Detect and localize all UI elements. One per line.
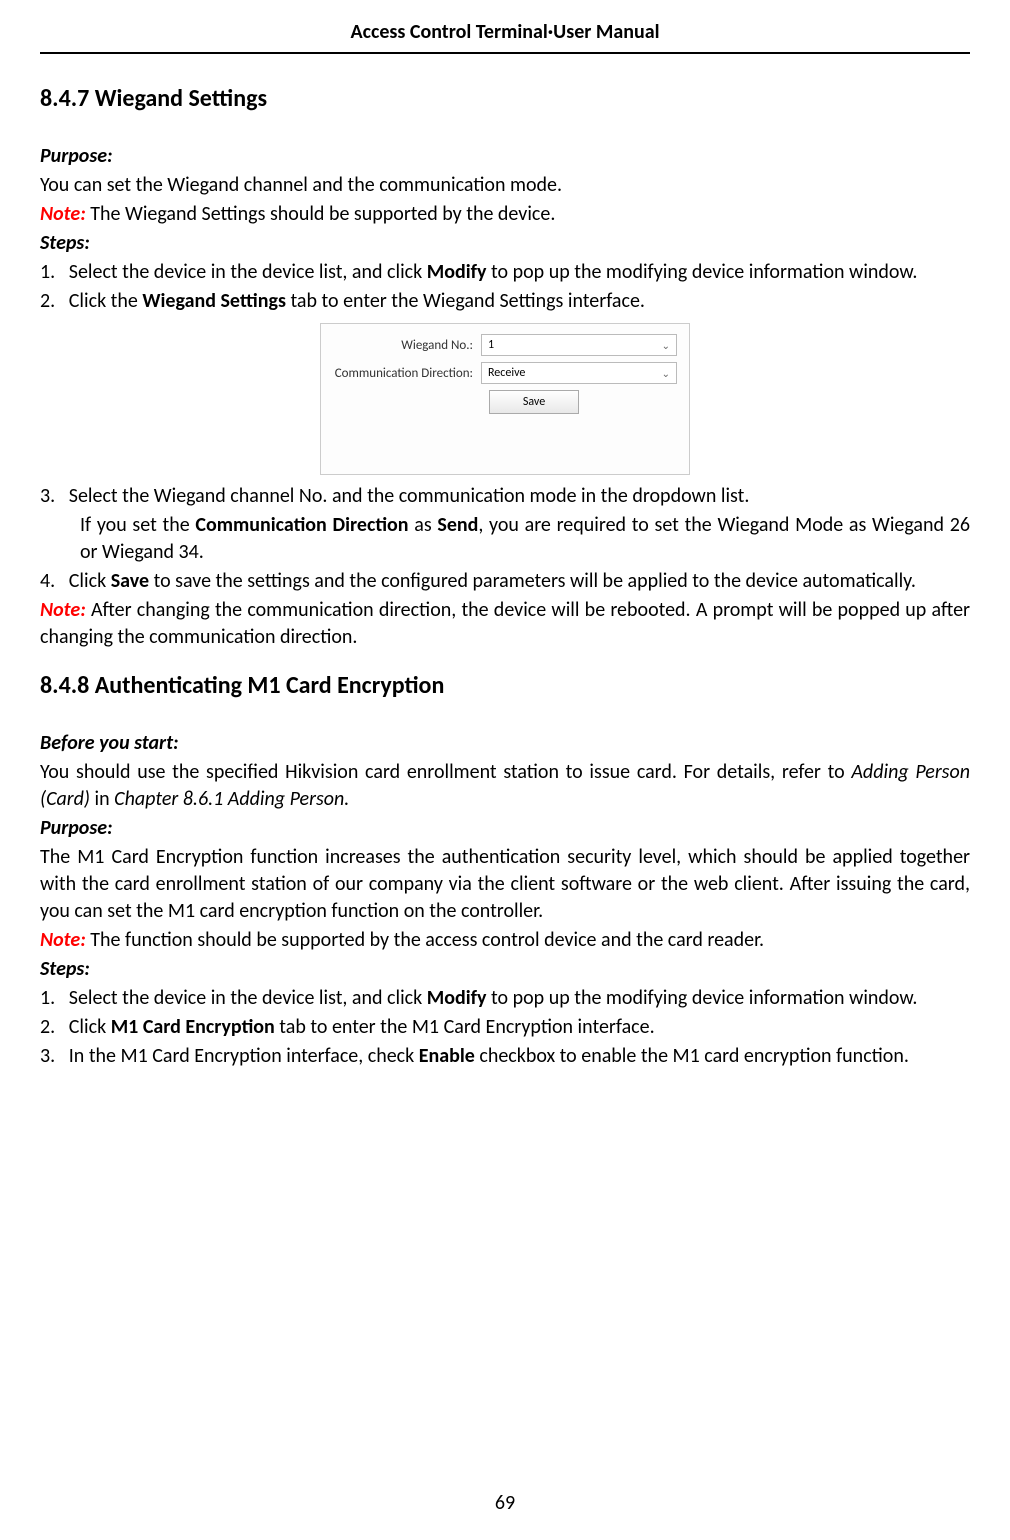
comm-direction-label: Communication Direction: (333, 366, 481, 381)
note2-text: After changing the communication directi… (40, 598, 970, 649)
before-you-start-text: You should use the specified Hikvision c… (40, 759, 970, 813)
wiegand-no-row: Wiegand No.: 1 ⌄ (333, 334, 677, 356)
step-4: 4. Click Save to save the settings and t… (40, 568, 970, 595)
chevron-down-icon: ⌄ (662, 339, 670, 352)
comm-direction-row: Communication Direction: Receive ⌄ (333, 362, 677, 384)
note3-text: The function should be supported by the … (86, 928, 764, 952)
save-button[interactable]: Save (489, 390, 579, 414)
header-title: Access Control Terminal·User Manual (350, 20, 659, 44)
steps-label: Steps: (40, 231, 90, 255)
comm-direction-value: Receive (488, 366, 525, 380)
step-2: 2. Click the Wiegand Settings tab to ent… (40, 288, 970, 315)
note2-label: Note: (40, 598, 86, 622)
comm-direction-select[interactable]: Receive ⌄ (481, 362, 677, 384)
purpose2-label: Purpose: (40, 816, 113, 840)
chevron-down-icon: ⌄ (662, 367, 670, 380)
purpose2-text: The M1 Card Encryption function increase… (40, 844, 970, 925)
steps2-label: Steps: (40, 957, 90, 981)
section-heading-m1-encryption: 8.4.8 Authenticating M1 Card Encryption (40, 671, 970, 700)
note-text: The Wiegand Settings should be supported… (86, 202, 556, 226)
note3-label: Note: (40, 928, 86, 952)
wiegand-settings-screenshot: Wiegand No.: 1 ⌄ Communication Direction… (320, 323, 690, 475)
section-heading-wiegand: 8.4.7 Wiegand Settings (40, 84, 970, 113)
step-3: 3. Select the Wiegand channel No. and th… (40, 483, 970, 510)
steps-list-1-continued2: 4. Click Save to save the settings and t… (40, 568, 970, 595)
steps-list-1-continued: 3. Select the Wiegand channel No. and th… (40, 483, 970, 510)
before-you-start-label: Before you start: (40, 731, 179, 755)
purpose-text: You can set the Wiegand channel and the … (40, 172, 970, 199)
wiegand-no-label: Wiegand No.: (333, 338, 481, 353)
step-1: 1. Select the device in the device list,… (40, 259, 970, 286)
wiegand-no-value: 1 (488, 338, 494, 352)
step2-1: 1. Select the device in the device list,… (40, 985, 970, 1012)
steps-list-1: 1. Select the device in the device list,… (40, 259, 970, 315)
document-header: Access Control Terminal·User Manual (40, 20, 970, 54)
step2-2: 2. Click M1 Card Encryption tab to enter… (40, 1014, 970, 1041)
wiegand-no-select[interactable]: 1 ⌄ (481, 334, 677, 356)
page-number: 69 (0, 1491, 1010, 1515)
step2-3: 3. In the M1 Card Encryption interface, … (40, 1043, 970, 1070)
steps-list-2: 1. Select the device in the device list,… (40, 985, 970, 1070)
purpose-label: Purpose: (40, 144, 113, 168)
step-3-sub: If you set the Communication Direction a… (40, 512, 970, 566)
note-label: Note: (40, 202, 86, 226)
